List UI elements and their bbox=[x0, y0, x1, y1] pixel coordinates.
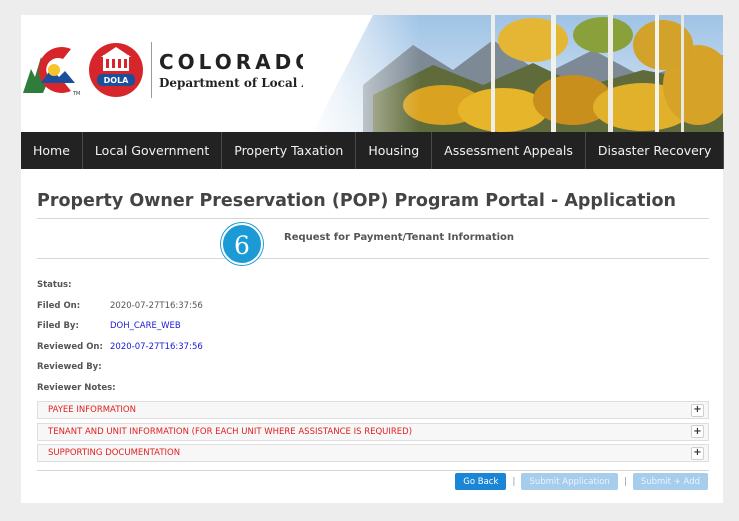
bottom-divider bbox=[37, 470, 709, 471]
main-nav: Home Local Government Property Taxation … bbox=[21, 132, 725, 169]
field-status: Status: bbox=[37, 275, 709, 296]
field-reviewed-on: Reviewed On: 2020-07-27T16:37:56 bbox=[37, 337, 709, 358]
field-label: Status: bbox=[37, 280, 72, 291]
dola-badge: DOLA bbox=[104, 76, 130, 85]
step-indicator: 6 Request for Payment/Tenant Information bbox=[37, 219, 709, 265]
field-filed-on: Filed On: 2020-07-27T16:37:56 bbox=[37, 296, 709, 317]
go-back-button[interactable]: Go Back bbox=[455, 473, 507, 490]
step-number-badge: 6 bbox=[221, 223, 263, 265]
section-supporting-documentation[interactable]: SUPPORTING DOCUMENTATION + bbox=[37, 444, 709, 462]
expand-plus-icon[interactable]: + bbox=[691, 425, 704, 438]
section-tenant-unit-information[interactable]: TENANT AND UNIT INFORMATION (FOR EACH UN… bbox=[37, 422, 709, 441]
field-filed-by: Filed By: DOH_CARE_WEB bbox=[37, 316, 709, 337]
field-label: Reviewed By: bbox=[37, 362, 102, 373]
logo-area[interactable]: TM DOLA COLORADO Department of Local Aff… bbox=[21, 41, 346, 99]
field-reviewer-notes: Reviewer Notes: bbox=[37, 378, 709, 399]
accordion-sections: PAYEE INFORMATION + TENANT AND UNIT INFO… bbox=[37, 401, 709, 462]
nav-property-taxation[interactable]: Property Taxation bbox=[222, 132, 357, 169]
application-details: Status: Filed On: 2020-07-27T16:37:56 Fi… bbox=[37, 275, 709, 398]
reviewed-on-link[interactable]: 2020-07-27T16:37:56 bbox=[110, 342, 203, 352]
page: TM DOLA COLORADO Department of Local Aff… bbox=[21, 15, 725, 503]
expand-plus-icon[interactable]: + bbox=[691, 446, 704, 460]
section-payee-information[interactable]: PAYEE INFORMATION + bbox=[37, 401, 709, 419]
action-buttons: Go Back | Submit Application | Submit + … bbox=[455, 473, 708, 490]
field-reviewed-by: Reviewed By: bbox=[37, 357, 709, 378]
aspen-mountain-banner-image bbox=[303, 15, 723, 132]
button-separator: | bbox=[512, 476, 516, 487]
filed-by-link[interactable]: DOH_CARE_WEB bbox=[110, 321, 181, 331]
expand-plus-icon[interactable]: + bbox=[691, 403, 704, 417]
section-label: SUPPORTING DOCUMENTATION bbox=[48, 448, 181, 458]
submit-add-button[interactable]: Submit + Add bbox=[632, 473, 708, 490]
field-value: 2020-07-27T16:37:56 bbox=[110, 300, 203, 311]
section-label: TENANT AND UNIT INFORMATION (FOR EACH UN… bbox=[48, 426, 413, 437]
step-label: Request for Payment/Tenant Information bbox=[284, 232, 515, 243]
logo-divider bbox=[151, 42, 152, 98]
page-title: Property Owner Preservation (POP) Progra… bbox=[37, 191, 676, 211]
nav-assessment-appeals[interactable]: Assessment Appeals bbox=[432, 132, 586, 169]
site-header: TM DOLA COLORADO Department of Local Aff… bbox=[21, 15, 723, 132]
field-label: Reviewed On: bbox=[37, 341, 103, 352]
button-separator: | bbox=[623, 476, 627, 487]
nav-local-government[interactable]: Local Government bbox=[83, 132, 223, 169]
nav-housing[interactable]: Housing bbox=[356, 132, 433, 169]
submit-application-button[interactable]: Submit Application bbox=[521, 473, 618, 490]
dola-logo-icon: DOLA bbox=[89, 43, 143, 97]
nav-disaster-recovery[interactable]: Disaster Recovery bbox=[586, 132, 725, 169]
section-label: PAYEE INFORMATION bbox=[48, 405, 136, 415]
nav-home[interactable]: Home bbox=[21, 132, 83, 169]
colorado-state-logo-icon: TM bbox=[23, 47, 80, 97]
field-label: Filed By: bbox=[37, 321, 79, 332]
field-label: Filed On: bbox=[37, 300, 81, 311]
field-label: Reviewer Notes: bbox=[37, 382, 116, 393]
main-content: Property Owner Preservation (POP) Progra… bbox=[21, 190, 723, 471]
tm-mark: TM bbox=[72, 91, 80, 97]
